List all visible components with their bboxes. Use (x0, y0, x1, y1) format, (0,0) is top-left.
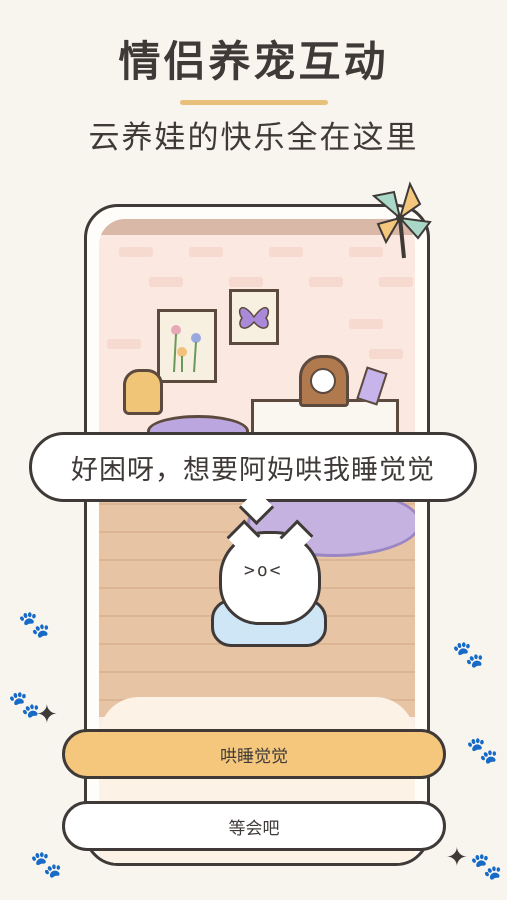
paw-icon: 🐾 (452, 640, 485, 670)
wall-lamp (123, 369, 163, 415)
flower-painting (157, 309, 217, 383)
paw-icon: 🐾 (30, 850, 63, 880)
soothe-to-sleep-button[interactable]: 哄睡觉觉 (62, 729, 446, 779)
sparkle-icon: ✦ (446, 843, 468, 873)
pinwheel-icon (371, 181, 432, 259)
title-underline (180, 100, 328, 105)
page-title: 情侣养宠互动 (118, 37, 389, 86)
paw-icon: 🐾 (470, 852, 503, 882)
paw-icon: 🐾 (466, 736, 499, 766)
pet-cat[interactable]: >o< (219, 519, 321, 625)
wait-later-button[interactable]: 等会吧 (62, 801, 446, 851)
sparkle-icon: ✦ (36, 700, 58, 730)
page-subtitle: 云养娃的快乐全在这里 (88, 120, 419, 156)
mantel-clock (299, 355, 349, 407)
cat-sleepy-face: >o< (244, 560, 283, 581)
paw-icon: 🐾 (18, 610, 51, 640)
butterfly-painting (229, 289, 279, 345)
